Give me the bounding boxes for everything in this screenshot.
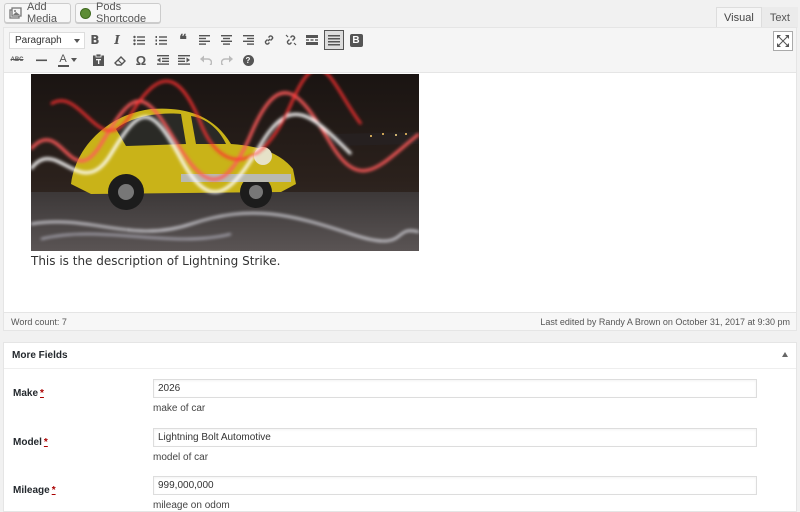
description-text[interactable]: This is the description of Lightning Str… [31,254,280,268]
fullscreen-icon[interactable] [773,31,793,51]
make-help-text: make of car [153,403,206,414]
make-input[interactable]: 2026 [153,379,757,398]
editor-content-area[interactable]: This is the description of Lightning Str… [4,74,796,345]
chevron-down-icon [74,39,80,43]
format-select-value: Paragraph [15,35,62,46]
pods-shortcode-label: Pods Shortcode [96,1,147,25]
numbered-list-icon[interactable] [151,30,171,50]
text-color-chevron-icon[interactable] [68,50,80,70]
insert-link-icon[interactable] [259,30,279,50]
pods-b-icon[interactable]: B [346,30,366,50]
blockquote-icon[interactable]: ❝ [173,30,193,50]
add-media-label: Add Media [27,1,57,25]
help-icon[interactable]: ? [238,50,258,70]
media-icon [9,6,22,20]
align-center-icon[interactable] [216,30,236,50]
horizontal-line-icon[interactable] [31,50,51,70]
field-row-mileage: Mileage * 999,000,000 mileage on odom [4,476,796,512]
italic-icon[interactable]: I [107,30,127,50]
media-buttons-bar: Add Media Pods Shortcode Visual Text [0,0,800,28]
more-fields-metabox: More Fields Make * 2026 make of car Model… [3,342,797,512]
tab-text[interactable]: Text [761,7,798,28]
special-character-icon[interactable]: Ω [131,50,151,70]
word-count: Word count: 7 [11,317,67,327]
add-media-button[interactable]: Add Media [4,1,71,25]
field-label-mileage: Mileage * [13,485,56,496]
field-label-model: Model * [13,437,48,448]
mileage-input[interactable]: 999,000,000 [153,476,757,495]
mileage-help-text: mileage on odom [153,500,230,511]
model-help-text: model of car [153,452,209,463]
format-select[interactable]: Paragraph [9,32,85,49]
tab-visual[interactable]: Visual [716,7,762,28]
redo-icon[interactable] [217,50,237,70]
align-left-icon[interactable] [194,30,214,50]
editor-status-bar: Word count: 7 Last edited by Randy A Bro… [4,312,796,330]
paste-text-icon[interactable] [88,50,108,70]
bold-icon[interactable]: B [85,30,105,50]
strikethrough-icon[interactable]: ABC [7,50,27,70]
collapse-arrow-icon[interactable] [782,352,788,357]
editor-tabs: Visual Text [716,7,798,28]
toolbar-toggle-icon[interactable] [324,30,344,50]
read-more-icon[interactable] [302,30,322,50]
bullet-list-icon[interactable] [129,30,149,50]
field-row-model: Model * Lightning Bolt Automotive model o… [4,428,796,476]
lightning-strike-image[interactable] [31,74,419,251]
last-edited: Last edited by Randy A Brown on October … [540,317,790,327]
model-input[interactable]: Lightning Bolt Automotive [153,428,757,447]
editor-toolbar: Paragraph B I ❝ B ABC A Ω ? [4,28,796,73]
remove-link-icon[interactable] [281,30,301,50]
indent-icon[interactable] [174,50,194,70]
undo-icon[interactable] [196,50,216,70]
field-row-make: Make * 2026 make of car [4,379,796,427]
pods-icon [80,7,91,20]
pods-shortcode-button[interactable]: Pods Shortcode [75,1,161,25]
align-right-icon[interactable] [238,30,258,50]
outdent-icon[interactable] [153,50,173,70]
clear-formatting-icon[interactable] [110,50,130,70]
field-label-make: Make * [13,388,44,399]
editor: Paragraph B I ❝ B ABC A Ω ? This is the … [3,27,797,345]
metabox-title: More Fields [12,350,68,361]
metabox-header[interactable]: More Fields [4,343,796,369]
